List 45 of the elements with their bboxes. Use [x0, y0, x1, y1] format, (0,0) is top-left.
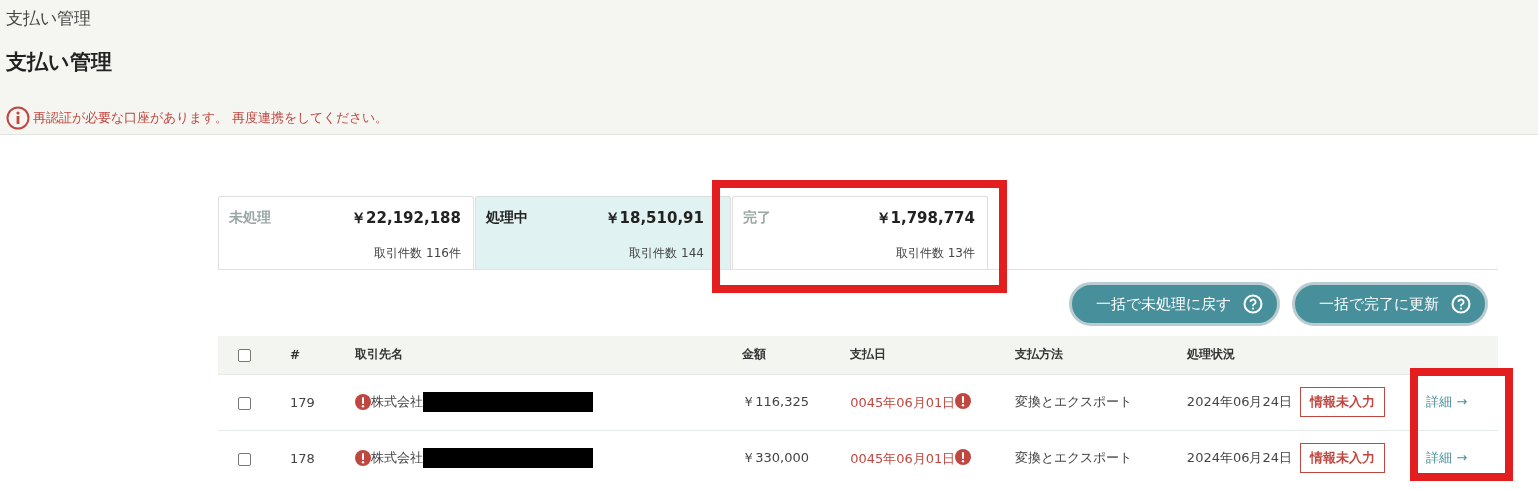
- detail-link[interactable]: 詳細 →: [1426, 450, 1468, 466]
- column-header: 処理状況: [1186, 347, 1235, 362]
- page-title: 支払い管理: [6, 49, 112, 76]
- amount: ￥330,000: [742, 450, 810, 466]
- column-header: 取引先名: [354, 347, 403, 362]
- status-tab[interactable]: 完了 ￥1,798,774 取引件数 13件: [732, 196, 988, 269]
- breadcrumb: 支払い管理: [6, 7, 91, 30]
- bulk-action-button[interactable]: 一括で完了に更新: [1292, 282, 1488, 326]
- row-checkbox[interactable]: [238, 396, 251, 410]
- column-header: 支払方法: [1015, 347, 1064, 362]
- detail-link[interactable]: 詳細 →: [1426, 394, 1468, 409]
- row-number: 179: [289, 394, 315, 410]
- alert-message: 再認証が必要な口座があります。 再度連携をしてください。: [33, 109, 388, 127]
- tab-count: 取引件数 13件: [895, 244, 975, 262]
- help-icon: [1451, 294, 1471, 314]
- status-date: 2024年06月24日: [1186, 394, 1293, 409]
- help-icon: [1243, 294, 1263, 314]
- row-number: 178: [289, 450, 315, 466]
- payment-method: 変換とエクスポート: [1015, 394, 1133, 409]
- status-tab[interactable]: 未処理 ￥22,192,188 取引件数 116件: [218, 196, 474, 269]
- payment-date: 0045年06月01日: [850, 394, 956, 410]
- tab-label: 処理中: [486, 209, 528, 227]
- vendor-name: 株式会社: [370, 392, 423, 411]
- info-icon: [6, 106, 30, 130]
- column-header: #: [289, 347, 300, 362]
- status-tab[interactable]: 処理中 ￥18,510,91 取引件数 144: [475, 196, 731, 269]
- tab-label: 未処理: [229, 209, 271, 227]
- payment-date: 0045年06月01日: [850, 450, 956, 466]
- vendor-name: 株式会社: [370, 448, 423, 467]
- tab-label: 完了: [743, 209, 771, 227]
- amount: ￥116,325: [742, 394, 810, 409]
- tab-count: 取引件数 144: [629, 244, 704, 262]
- bulk-action-button[interactable]: 一括で未処理に戻す: [1069, 282, 1280, 326]
- tab-amount: ￥1,798,774: [875, 209, 975, 229]
- status-date: 2024年06月24日: [1186, 450, 1293, 466]
- select-all-checkbox[interactable]: [238, 348, 251, 362]
- tab-count: 取引件数 116件: [374, 244, 461, 262]
- column-header: 支払日: [850, 347, 887, 362]
- payment-method: 変換とエクスポート: [1015, 450, 1133, 466]
- row-checkbox[interactable]: [238, 452, 251, 466]
- status-badge: 情報未入力: [1300, 387, 1386, 417]
- tab-amount: ￥18,510,91: [604, 209, 704, 229]
- column-header: 金額: [742, 347, 767, 362]
- tab-amount: ￥22,192,188: [351, 209, 461, 229]
- status-badge: 情報未入力: [1300, 443, 1386, 474]
